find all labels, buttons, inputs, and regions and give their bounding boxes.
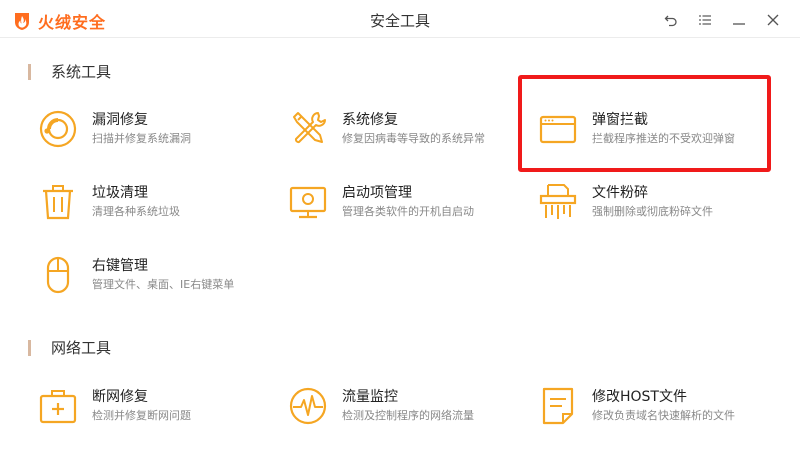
system-tools-header: 系统工具 [28, 61, 111, 82]
tool-name: 修改HOST文件 [592, 389, 687, 405]
tool-description: 强制删除或彻底粉碎文件 [592, 205, 713, 218]
tool-leak-repair[interactable]: 漏洞修复 扫描并修复系统漏洞 [38, 102, 278, 156]
tool-name: 启动项管理 [342, 185, 412, 201]
tool-name: 断网修复 [92, 389, 148, 405]
tool-description: 检测及控制程序的网络流量 [342, 409, 474, 422]
security-tools-window: 火绒安全 安全工具 系统工具 漏洞修复 扫描并修复系统漏洞 系统修复 修复因病毒… [0, 0, 800, 450]
undo-icon [664, 15, 677, 27]
section-title: 系统工具 [51, 63, 112, 81]
close-button[interactable] [756, 9, 790, 31]
menu-button[interactable] [688, 9, 722, 31]
tool-description: 检测并修复断网问题 [92, 409, 191, 422]
section-marker [28, 339, 31, 356]
highlight-annotation [518, 75, 771, 172]
tool-name: 流量监控 [342, 389, 398, 405]
tool-name: 右键管理 [92, 258, 148, 274]
tool-description: 修改负责域名快速解析的文件 [592, 409, 735, 422]
section-title: 网络工具 [51, 339, 112, 357]
menu-icon [699, 15, 711, 25]
pulse-gauge-icon [289, 387, 327, 425]
minimize-button[interactable] [722, 9, 756, 31]
lifebuoy-icon [39, 110, 77, 148]
tool-file-shred[interactable]: 文件粉碎 强制删除或彻底粉碎文件 [538, 175, 778, 229]
monitor-icon [289, 186, 327, 219]
tool-description: 修复因病毒等导致的系统异常 [342, 132, 485, 145]
shredder-icon [539, 184, 577, 219]
tool-description: 清理各种系统垃圾 [92, 205, 180, 218]
tool-description: 扫描并修复系统漏洞 [92, 132, 191, 145]
tool-garbage-clean[interactable]: 垃圾清理 清理各种系统垃圾 [38, 175, 278, 229]
document-icon [542, 387, 574, 425]
wrench-screwdriver-icon [293, 112, 326, 144]
tool-description: 管理各类软件的开机自启动 [342, 205, 474, 218]
tool-right-click-manage[interactable]: 右键管理 管理文件、桌面、IE右键菜单 [38, 248, 278, 302]
title-bar: 火绒安全 安全工具 [0, 0, 800, 38]
back-button[interactable] [654, 9, 688, 31]
section-marker [28, 63, 31, 80]
window-controls [654, 9, 790, 31]
minimize-icon [733, 23, 745, 25]
tool-description: 管理文件、桌面、IE右键菜单 [92, 278, 235, 291]
tool-name: 垃圾清理 [92, 185, 148, 201]
tool-system-repair[interactable]: 系统修复 修复因病毒等导致的系统异常 [288, 102, 528, 156]
tool-name: 漏洞修复 [92, 112, 148, 128]
first-aid-kit-icon [39, 390, 77, 424]
tool-net-repair[interactable]: 断网修复 检测并修复断网问题 [38, 379, 278, 433]
tool-traffic-monitor[interactable]: 流量监控 检测及控制程序的网络流量 [288, 379, 528, 433]
mouse-icon [46, 256, 70, 294]
tool-name: 文件粉碎 [592, 185, 648, 201]
close-icon [767, 14, 779, 26]
tool-name: 系统修复 [342, 112, 398, 128]
tool-hosts-edit[interactable]: 修改HOST文件 修改负责域名快速解析的文件 [538, 379, 778, 433]
network-tools-header: 网络工具 [28, 337, 111, 358]
tool-startup-manage[interactable]: 启动项管理 管理各类软件的开机自启动 [288, 175, 528, 229]
trash-icon [43, 185, 73, 220]
